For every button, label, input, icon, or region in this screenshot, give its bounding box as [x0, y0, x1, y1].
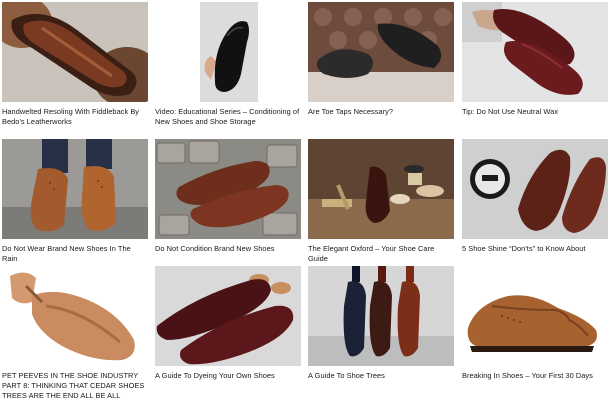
- article-card[interactable]: Handwelted Resoling With Fiddleback By B…: [2, 2, 148, 127]
- saphir-tin-with-brogues-photo-icon: [462, 139, 608, 239]
- article-thumbnail[interactable]: [155, 139, 301, 239]
- article-card[interactable]: A Guide To Shoe Trees: [308, 266, 454, 381]
- article-card[interactable]: Are Toe Taps Necessary?: [308, 2, 454, 117]
- article-thumbnail[interactable]: [308, 139, 454, 239]
- article-title[interactable]: Handwelted Resoling With Fiddleback By B…: [2, 107, 148, 127]
- article-thumbnail[interactable]: [462, 2, 608, 102]
- article-card[interactable]: Do Not Wear Brand New Shoes In The Rain: [2, 139, 148, 264]
- article-grid: Handwelted Resoling With Fiddleback By B…: [0, 0, 611, 400]
- black-oxford-in-hand-photo-icon: [155, 2, 301, 102]
- article-title[interactable]: Do Not Wear Brand New Shoes In The Rain: [2, 244, 148, 264]
- resoled-shoe-sole-photo-icon: [2, 2, 148, 102]
- article-thumbnail[interactable]: [308, 266, 454, 366]
- article-thumbnail[interactable]: [462, 266, 608, 366]
- article-title[interactable]: A Guide To Shoe Trees: [308, 371, 454, 381]
- burgundy-shoes-held-photo-icon: [462, 2, 608, 102]
- article-card[interactable]: The Elegant Oxford – Your Shoe Care Guid…: [308, 139, 454, 264]
- shoe-soles-on-chesterfield-photo-icon: [308, 2, 454, 102]
- article-thumbnail[interactable]: [462, 139, 608, 239]
- article-title[interactable]: Are Toe Taps Necessary?: [308, 107, 454, 117]
- article-thumbnail[interactable]: [2, 266, 148, 366]
- article-card[interactable]: PET PEEVES IN THE SHOE INDUSTRY PART 8: …: [2, 266, 148, 400]
- article-title[interactable]: Breaking In Shoes – Your First 30 Days: [462, 371, 608, 381]
- article-thumbnail[interactable]: [2, 2, 148, 102]
- article-thumbnail[interactable]: [155, 266, 301, 366]
- tan-brogues-worn-photo-icon: [2, 139, 148, 239]
- three-shoes-with-trees-photo-icon: [308, 266, 454, 366]
- article-card[interactable]: Tip: Do Not Use Neutral Wax: [462, 2, 608, 117]
- article-thumbnail[interactable]: [308, 2, 454, 102]
- cedar-shoe-tree-photo-icon: [2, 266, 148, 366]
- article-title[interactable]: Video: Educational Series – Conditioning…: [155, 107, 301, 127]
- article-card[interactable]: Breaking In Shoes – Your First 30 Days: [462, 266, 608, 381]
- article-thumbnail[interactable]: [2, 139, 148, 239]
- article-card[interactable]: 5 Shoe Shine “Don'ts” to Know About: [462, 139, 608, 254]
- oxford-with-care-products-photo-icon: [308, 139, 454, 239]
- article-card[interactable]: Video: Educational Series – Conditioning…: [155, 2, 301, 127]
- burgundy-wingtips-photo-icon: [155, 266, 301, 366]
- article-thumbnail[interactable]: [155, 2, 301, 102]
- article-title[interactable]: The Elegant Oxford – Your Shoe Care Guid…: [308, 244, 454, 264]
- article-card[interactable]: A Guide To Dyeing Your Own Shoes: [155, 266, 301, 381]
- article-title[interactable]: A Guide To Dyeing Your Own Shoes: [155, 371, 301, 381]
- brown-oxfords-on-cobblestone-photo-icon: [155, 139, 301, 239]
- article-title[interactable]: Do Not Condition Brand New Shoes: [155, 244, 301, 254]
- article-card[interactable]: Do Not Condition Brand New Shoes: [155, 139, 301, 254]
- tan-wingtip-photo-icon: [462, 266, 608, 366]
- article-title[interactable]: PET PEEVES IN THE SHOE INDUSTRY PART 8: …: [2, 371, 148, 400]
- article-title[interactable]: 5 Shoe Shine “Don'ts” to Know About: [462, 244, 608, 254]
- article-title[interactable]: Tip: Do Not Use Neutral Wax: [462, 107, 608, 117]
